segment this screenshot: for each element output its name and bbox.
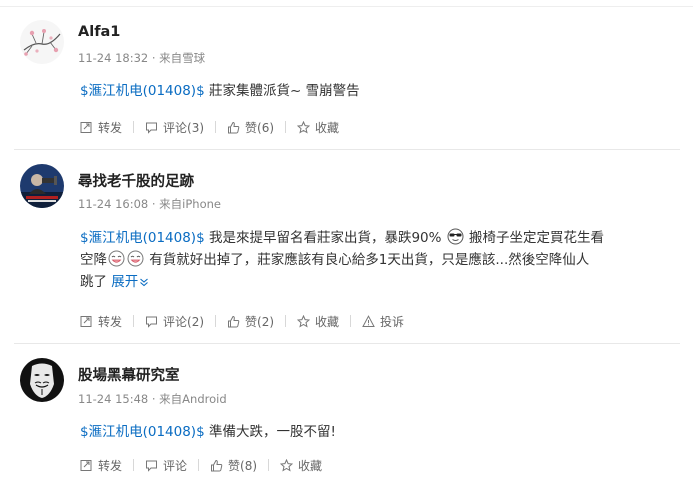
post-content: $滙江机电(01408)$ 我是來提早留名看莊家出貨，暴跌90% 搬椅子坐定定買… bbox=[80, 227, 680, 293]
action-divider bbox=[133, 459, 135, 471]
repost-button[interactable]: 转发 bbox=[80, 457, 122, 474]
star-icon bbox=[297, 120, 311, 134]
chevron-down-icon bbox=[140, 278, 149, 287]
repost-label: 转发 bbox=[98, 120, 123, 135]
username[interactable]: 股場黑幕研究室 bbox=[78, 364, 180, 385]
repost-label: 转发 bbox=[98, 314, 123, 329]
star-icon bbox=[280, 458, 294, 472]
repost-button[interactable]: 转发 bbox=[80, 313, 122, 330]
favorite-label: 收藏 bbox=[315, 314, 340, 329]
favorite-button[interactable]: 收藏 bbox=[297, 313, 339, 330]
thumbs-up-icon bbox=[211, 459, 223, 471]
username[interactable]: Alfa1 bbox=[78, 24, 120, 40]
post-separator bbox=[14, 149, 680, 150]
post-meta: 11-24 16:08 · 来自iPhone bbox=[78, 197, 221, 211]
post-text: 空降 bbox=[80, 252, 107, 268]
like-button[interactable]: 赞(8) bbox=[210, 457, 257, 474]
thumbs-up-icon bbox=[228, 315, 240, 327]
post-actions: 转发 评论 赞(8) 收藏 bbox=[80, 455, 322, 475]
action-divider bbox=[198, 459, 200, 471]
post-text: 有貨就好出掉了，莊家應該有良心給多1天出貨，只是應該...然後空降仙人 bbox=[145, 252, 590, 268]
repost-icon bbox=[80, 315, 92, 327]
repost-icon bbox=[80, 121, 92, 133]
action-divider bbox=[133, 315, 135, 327]
favorite-button[interactable]: 收藏 bbox=[280, 457, 322, 474]
post-text: 搬椅子坐定定買花生看 bbox=[464, 230, 605, 246]
thumbs-up-icon bbox=[228, 121, 240, 133]
post-content: $滙江机电(01408)$ 準備大跌，一股不留! bbox=[80, 421, 680, 443]
post-text: 我是來提早留名看莊家出貨，暴跌90% bbox=[204, 230, 442, 246]
username[interactable]: 尋找老千股的足跡 bbox=[78, 170, 194, 191]
action-divider bbox=[285, 315, 287, 327]
comment-icon bbox=[146, 460, 158, 472]
post-text: 莊家集體派貨~ 雪崩警告 bbox=[204, 83, 360, 99]
star-icon bbox=[297, 314, 311, 328]
favorite-button[interactable]: 收藏 bbox=[297, 119, 339, 136]
stock-link[interactable]: $滙江机电(01408)$ bbox=[80, 424, 205, 440]
avatar[interactable] bbox=[20, 358, 64, 402]
post-actions: 转发 评论(2) 赞(2) 收藏 投诉 bbox=[80, 311, 404, 331]
action-divider bbox=[268, 459, 270, 471]
warning-icon bbox=[362, 314, 375, 327]
post-meta: 11-24 15:48 · 来自Android bbox=[78, 392, 227, 406]
favorite-label: 收藏 bbox=[315, 120, 340, 135]
expand-link[interactable]: 展开 bbox=[111, 274, 149, 290]
report-label: 投诉 bbox=[380, 314, 405, 329]
comment-icon bbox=[146, 316, 158, 328]
top-divider bbox=[0, 6, 693, 7]
post-text: 準備大跌，一股不留! bbox=[204, 424, 336, 440]
stock-link[interactable]: $滙江机电(01408)$ bbox=[80, 230, 205, 246]
comment-label: 评论(2) bbox=[163, 314, 205, 329]
repost-button[interactable]: 转发 bbox=[80, 119, 122, 136]
post-text: 跳了 bbox=[80, 274, 107, 290]
laughing-emoji-icon bbox=[127, 250, 144, 267]
action-divider bbox=[350, 315, 352, 327]
comment-label: 评论 bbox=[163, 458, 188, 473]
like-label: 赞(8) bbox=[228, 458, 258, 473]
post-actions: 转发 评论(3) 赞(6) 收藏 bbox=[80, 117, 339, 137]
avatar[interactable] bbox=[20, 20, 64, 64]
post-content: $滙江机电(01408)$ 莊家集體派貨~ 雪崩警告 bbox=[80, 80, 680, 102]
laughing-emoji-icon bbox=[108, 250, 125, 267]
action-divider bbox=[215, 315, 217, 327]
comment-button[interactable]: 评论(3) bbox=[145, 119, 204, 136]
avatar[interactable] bbox=[20, 164, 64, 208]
expand-label: 展开 bbox=[111, 274, 139, 290]
comment-button[interactable]: 评论(2) bbox=[145, 313, 204, 330]
comment-button[interactable]: 评论 bbox=[145, 457, 187, 474]
favorite-label: 收藏 bbox=[298, 458, 323, 473]
repost-label: 转发 bbox=[98, 458, 123, 473]
like-label: 赞(6) bbox=[245, 120, 275, 135]
action-divider bbox=[215, 121, 217, 133]
like-label: 赞(2) bbox=[245, 314, 275, 329]
post-meta: 11-24 18:32 · 来自雪球 bbox=[78, 51, 206, 65]
report-button[interactable]: 投诉 bbox=[362, 313, 404, 330]
action-divider bbox=[285, 121, 287, 133]
comment-label: 评论(3) bbox=[163, 120, 205, 135]
like-button[interactable]: 赞(6) bbox=[227, 119, 274, 136]
repost-icon bbox=[80, 459, 92, 471]
post-separator bbox=[14, 343, 680, 344]
action-divider bbox=[133, 121, 135, 133]
stock-link[interactable]: $滙江机电(01408)$ bbox=[80, 83, 205, 99]
like-button[interactable]: 赞(2) bbox=[227, 313, 274, 330]
comment-icon bbox=[146, 122, 158, 134]
cool-emoji-icon bbox=[447, 228, 464, 245]
